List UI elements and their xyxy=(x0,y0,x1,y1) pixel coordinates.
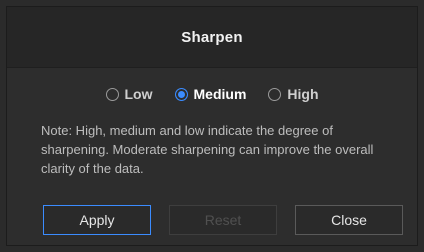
radio-low[interactable]: Low xyxy=(105,82,153,106)
radio-low-label: Low xyxy=(124,86,153,102)
sharpen-note-text: Note: High, medium and low indicate the … xyxy=(41,123,374,176)
radio-high-label: High xyxy=(287,86,319,102)
sharpen-dialog: Sharpen Low Medium High Note: High, medi… xyxy=(6,6,418,246)
radio-unchecked-icon xyxy=(105,87,119,101)
reset-button[interactable]: Reset xyxy=(169,205,277,235)
radio-high[interactable]: High xyxy=(268,82,319,106)
radio-medium[interactable]: Medium xyxy=(174,82,247,106)
radio-checked-icon xyxy=(174,87,188,101)
radio-medium-label: Medium xyxy=(193,86,247,102)
sharpen-level-radio-group: Low Medium High xyxy=(7,82,417,106)
dialog-title: Sharpen xyxy=(181,28,243,46)
close-button[interactable]: Close xyxy=(295,205,403,235)
dialog-titlebar: Sharpen xyxy=(7,7,417,68)
radio-unchecked-icon xyxy=(268,87,282,101)
apply-button[interactable]: Apply xyxy=(43,205,151,235)
